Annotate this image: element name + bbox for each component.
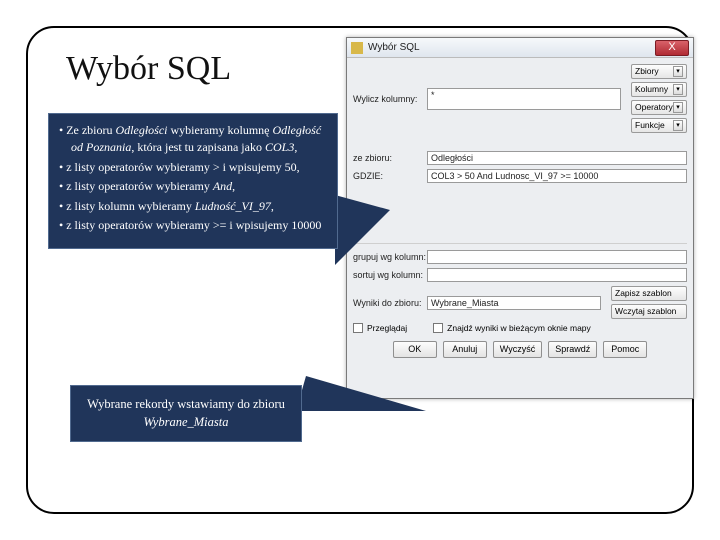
ok-button[interactable]: OK (393, 341, 437, 358)
chevron-down-icon[interactable]: ▾ (673, 66, 683, 77)
dialog-title: Wybór SQL (368, 42, 655, 53)
bullet-3: z listy operatorów wybieramy And, (59, 178, 327, 195)
field-sortuj[interactable] (427, 268, 687, 282)
field-wylicz[interactable]: * (427, 88, 621, 110)
verify-button[interactable]: Sprawdź (548, 341, 597, 358)
instructions-callout: Ze zbioru Odległości wybieramy kolumnę O… (48, 113, 338, 249)
dialog-titlebar: Wybór SQL X (347, 38, 693, 58)
btn-zbiory[interactable]: Zbiory▾ (631, 64, 687, 79)
chevron-down-icon[interactable]: ▾ (673, 120, 683, 131)
label-gdzie: GDZIE: (353, 171, 427, 181)
cancel-button[interactable]: Anuluj (443, 341, 487, 358)
clear-button[interactable]: Wyczyść (493, 341, 542, 358)
bullet-2: z listy operatorów wybieramy > i wpisuje… (59, 159, 327, 176)
btn-zapisz-szablon[interactable]: Zapisz szablon (611, 286, 687, 301)
callout-pointer-1 (335, 195, 390, 265)
label-wyniki: Wyniki do zbioru: (353, 298, 427, 308)
field-ze[interactable]: Odległości (427, 151, 687, 165)
label-sortuj: sortuj wg kolumn: (353, 270, 427, 280)
result-callout: Wybrane rekordy wstawiamy do zbioru Wybr… (70, 385, 302, 442)
field-grupuj[interactable] (427, 250, 687, 264)
app-icon (351, 42, 363, 54)
btn-wczytaj-szablon[interactable]: Wczytaj szablon (611, 304, 687, 319)
checkbox-znajdz[interactable] (433, 323, 443, 333)
slide-title: Wybór SQL (66, 50, 231, 88)
chevron-down-icon[interactable]: ▾ (673, 102, 683, 113)
label-znajdz: Znajdź wyniki w bieżącym oknie mapy (447, 323, 591, 333)
help-button[interactable]: Pomoc (603, 341, 647, 358)
chevron-down-icon[interactable]: ▾ (673, 84, 683, 95)
btn-kolumny[interactable]: Kolumny▾ (631, 82, 687, 97)
btn-operatory[interactable]: Operatory▾ (631, 100, 687, 115)
sql-select-dialog: Wybór SQL X Wylicz kolumny: * Zbiory▾ Ko… (346, 37, 694, 399)
bullet-4: z listy kolumn wybieramy Ludność_VI_97, (59, 198, 327, 215)
bullet-1: Ze zbioru Odległości wybieramy kolumnę O… (59, 122, 327, 157)
separator (353, 243, 687, 244)
label-ze: ze zbioru: (353, 153, 427, 163)
checkbox-przegladaj[interactable] (353, 323, 363, 333)
bullet-5: z listy operatorów wybieramy >= i wpisuj… (59, 217, 327, 234)
label-wylicz: Wylicz kolumny: (353, 94, 427, 104)
btn-funkcje[interactable]: Funkcje▾ (631, 118, 687, 133)
field-gdzie[interactable]: COL3 > 50 And Ludnosc_VI_97 >= 10000 (427, 169, 687, 183)
field-wyniki[interactable]: Wybrane_Miasta (427, 296, 601, 310)
close-button[interactable]: X (655, 40, 689, 56)
label-przegladaj: Przeglądaj (367, 323, 407, 333)
